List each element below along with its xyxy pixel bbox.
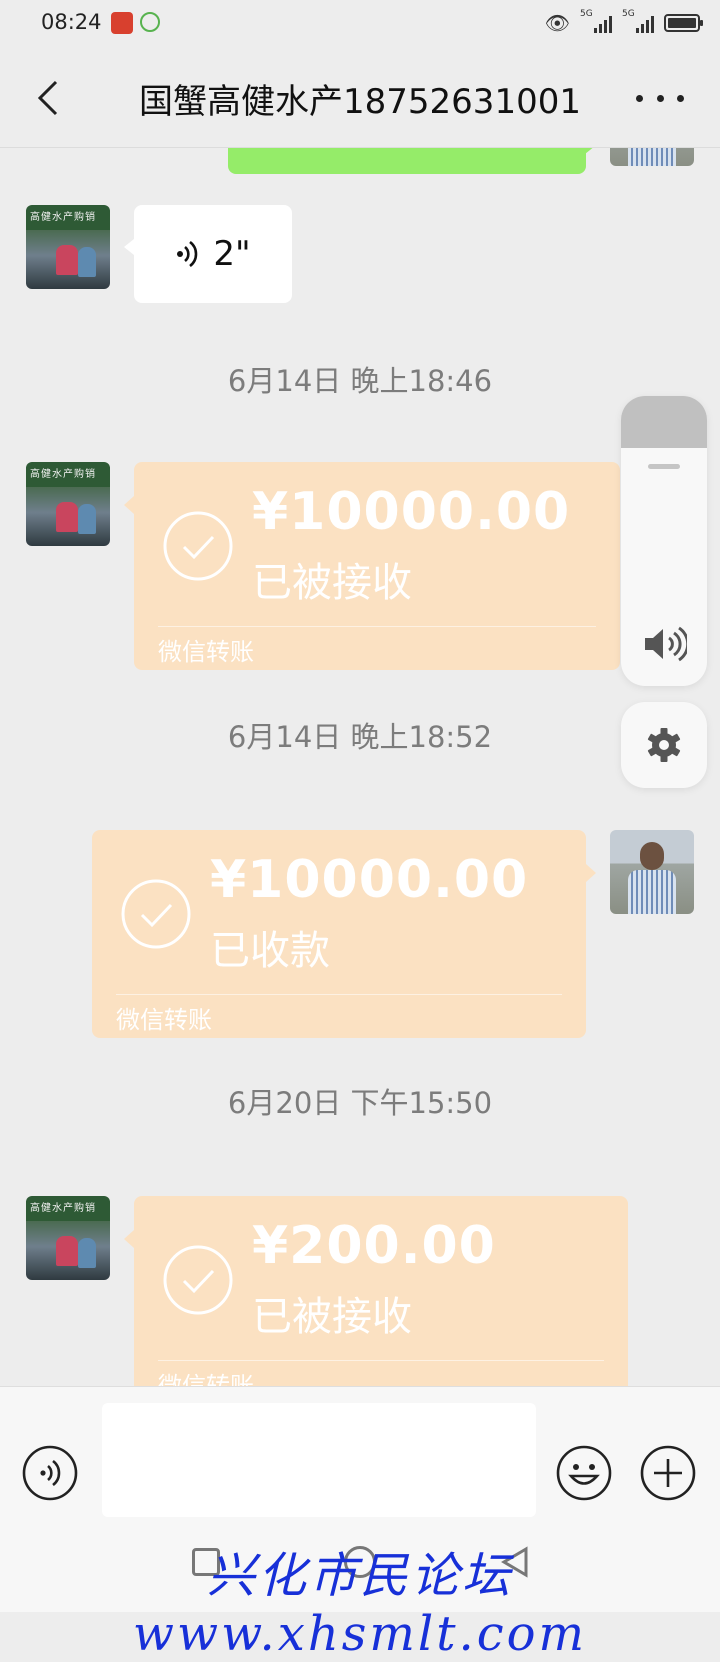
transfer-status: 已被接收: [252, 1294, 412, 1340]
message-input[interactable]: [102, 1403, 536, 1517]
eye-icon: 👁: [544, 11, 570, 35]
contact-avatar[interactable]: 高健水产购销: [26, 462, 110, 546]
transfer-label: 微信转账: [158, 1372, 254, 1386]
transfer-divider: [158, 626, 596, 627]
message-list[interactable]: 高健水产购销 2" 6月14日 晚上18:46 高健水产购销 ¥10000.00…: [0, 148, 720, 1386]
add-more-button[interactable]: [640, 1445, 696, 1501]
browser-notification-icon: [140, 12, 160, 32]
chat-title: 国蟹高健水产18752631001: [139, 82, 581, 122]
avatar-sign-text: 高健水产购销: [30, 1203, 96, 1214]
speaker-icon[interactable]: [641, 624, 687, 664]
gear-icon: [647, 728, 681, 762]
avatar-sign-text: 高健水产购销: [30, 212, 96, 223]
transfer-divider: [158, 1360, 604, 1361]
transfer-card[interactable]: ¥10000.00 已被接收 微信转账: [124, 462, 620, 670]
transfer-amount: ¥200.00: [252, 1216, 496, 1276]
check-circle-icon: [163, 1245, 233, 1315]
battery-icon: [664, 14, 703, 32]
check-circle-icon: [121, 879, 191, 949]
voice-bubble[interactable]: 2": [124, 205, 292, 303]
avatar-sign-text: 高健水产购销: [30, 469, 96, 480]
status-time: 08:24: [41, 10, 102, 34]
network-type-2: 5G: [622, 9, 635, 19]
more-icon[interactable]: [636, 80, 684, 116]
volume-handle[interactable]: [648, 464, 680, 469]
check-circle-icon: [163, 511, 233, 581]
transfer-divider: [116, 994, 562, 995]
input-bar: [0, 1386, 720, 1527]
signal-icon: 5G: [622, 9, 654, 33]
app-notification-icon: [111, 12, 133, 34]
transfer-amount: ¥10000.00: [252, 482, 571, 542]
volume-slider[interactable]: [621, 396, 707, 686]
signal-icon: 5G: [580, 9, 612, 33]
status-bar: 08:24 👁 5G 5G: [0, 0, 720, 48]
transfer-card[interactable]: ¥200.00 已被接收 微信转账: [124, 1196, 628, 1386]
timestamp: 6月14日 晚上18:46: [227, 364, 493, 398]
transfer-status: 已被接收: [252, 560, 412, 606]
voice-input-button[interactable]: [22, 1445, 78, 1501]
forum-watermark: 兴化市民论坛 www.xhsmlt.com: [132, 1548, 588, 1662]
transfer-label: 微信转账: [158, 638, 254, 666]
transfer-card[interactable]: ¥10000.00 已收款 微信转账: [92, 830, 596, 1038]
user-avatar[interactable]: [610, 830, 694, 914]
back-icon[interactable]: [28, 76, 68, 120]
transfer-label: 微信转账: [116, 1006, 212, 1034]
timestamp: 6月20日 下午15:50: [227, 1086, 493, 1120]
transfer-amount: ¥10000.00: [210, 850, 529, 910]
status-right: 👁 5G 5G: [544, 8, 703, 38]
volume-level-fill: [621, 396, 707, 448]
voice-duration: 2": [213, 234, 251, 274]
voice-wave-icon: [177, 240, 198, 268]
transfer-status: 已收款: [210, 928, 330, 974]
emoji-button[interactable]: [556, 1445, 612, 1501]
network-type-1: 5G: [580, 9, 593, 19]
contact-avatar[interactable]: 高健水产购销: [26, 1196, 110, 1280]
volume-settings-button[interactable]: [621, 702, 707, 788]
message-voice: 高健水产购销 2": [0, 148, 720, 308]
timestamp: 6月14日 晚上18:52: [227, 720, 493, 754]
contact-avatar[interactable]: 高健水产购销: [26, 205, 110, 289]
chat-header: 国蟹高健水产18752631001: [0, 48, 720, 148]
